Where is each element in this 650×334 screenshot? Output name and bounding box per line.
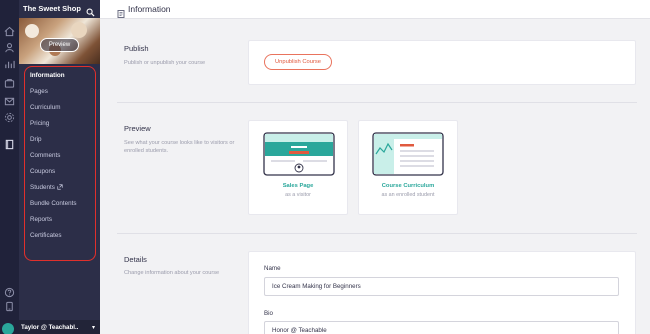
publish-section-title: Publish bbox=[124, 44, 149, 53]
nav-item-comments[interactable]: Comments bbox=[30, 152, 60, 159]
section-divider bbox=[117, 233, 637, 234]
preview-section-description: See what your course looks like to visit… bbox=[124, 140, 235, 154]
nav-item-certificates[interactable]: Certificates bbox=[30, 232, 62, 239]
bio-field-label: Bio bbox=[264, 310, 273, 317]
nav-item-students-label: Students bbox=[30, 184, 55, 191]
course-sidebar: The Sweet Shop Preview Information Pages… bbox=[2, 0, 100, 334]
avatar bbox=[2, 323, 14, 334]
nav-item-pricing[interactable]: Pricing bbox=[30, 120, 49, 127]
course-curriculum-illustration bbox=[372, 132, 444, 176]
page-header: Information bbox=[100, 0, 650, 19]
cart-icon[interactable] bbox=[4, 78, 15, 89]
chevron-down-icon: ▾ bbox=[91, 325, 95, 331]
preview-section-title: Preview bbox=[124, 124, 151, 133]
sales-page-illustration bbox=[263, 132, 335, 176]
name-field-label: Name bbox=[264, 265, 281, 272]
publish-section-description: Publish or unpublish your course bbox=[124, 60, 206, 66]
nav-item-information[interactable]: Information bbox=[30, 72, 65, 79]
user-menu[interactable]: Taylor @ Teachabl.. ▾ bbox=[2, 320, 100, 334]
icon-rail bbox=[0, 0, 19, 334]
mail-icon[interactable] bbox=[4, 96, 15, 107]
bio-field[interactable]: Honor @ Teachable bbox=[264, 321, 619, 334]
preview-button[interactable]: Preview bbox=[40, 38, 79, 52]
user-name: Taylor @ Teachabl.. bbox=[21, 324, 79, 331]
page-title: Information bbox=[128, 4, 171, 14]
nav-item-coupons[interactable]: Coupons bbox=[30, 168, 55, 175]
settings-icon[interactable] bbox=[4, 112, 15, 123]
nav-item-drip[interactable]: Drip bbox=[30, 136, 42, 143]
name-field[interactable]: Ice Cream Making for Beginners bbox=[264, 277, 619, 296]
details-section-title: Details bbox=[124, 255, 147, 264]
nav-item-bundle-contents[interactable]: Bundle Contents bbox=[30, 200, 77, 207]
mobile-icon[interactable] bbox=[4, 301, 15, 312]
courses-icon[interactable] bbox=[4, 139, 15, 150]
nav-item-students[interactable]: Students bbox=[30, 184, 63, 191]
external-link-icon bbox=[57, 184, 63, 190]
nav-item-pages[interactable]: Pages bbox=[30, 88, 48, 95]
home-icon[interactable] bbox=[4, 26, 15, 37]
users-icon[interactable] bbox=[4, 42, 15, 53]
sales-page-sublabel: as a visitor bbox=[285, 192, 311, 198]
unpublish-course-button[interactable]: Unpublish Course bbox=[264, 54, 332, 70]
nav-item-curriculum[interactable]: Curriculum bbox=[30, 104, 60, 111]
sales-page-label[interactable]: Sales Page bbox=[243, 183, 353, 189]
course-curriculum-label[interactable]: Course Curriculum bbox=[353, 183, 463, 189]
section-divider bbox=[117, 102, 637, 103]
nav-item-reports[interactable]: Reports bbox=[30, 216, 52, 223]
details-section-description: Change information about your course bbox=[124, 270, 220, 276]
search-icon[interactable] bbox=[86, 4, 95, 17]
help-icon[interactable] bbox=[4, 287, 15, 298]
analytics-icon[interactable] bbox=[4, 59, 15, 70]
document-icon bbox=[117, 5, 125, 18]
course-curriculum-sublabel: as an enrolled student bbox=[381, 192, 435, 198]
